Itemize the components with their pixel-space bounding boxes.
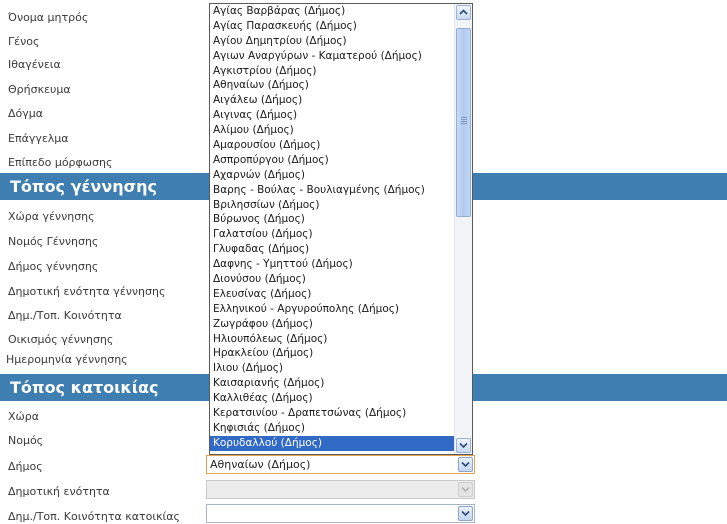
dropdown-scrollbar[interactable] xyxy=(454,4,472,454)
municipality-option[interactable]: Ηλιουπόλεως (Δήμος) xyxy=(210,332,456,347)
municipality-option[interactable]: Αιγάλεω (Δήμος) xyxy=(210,93,456,108)
municipality-options: Αγίας Βαρβάρας (Δήμος) Αγίας Παρασκευής (… xyxy=(210,4,456,451)
municipality-option[interactable]: Κερατσινίου - Δραπετσώνας (Δήμος) xyxy=(210,406,456,421)
label-residence-municipal-unit: Δημοτική ενότητα xyxy=(8,485,110,498)
municipality-option[interactable]: Αλίμου (Δήμος) xyxy=(210,123,456,138)
label-birth-date: Ημερομηνία γέννησης xyxy=(6,353,128,366)
municipality-option[interactable]: Γλυφαδας (Δήμος) xyxy=(210,242,456,257)
municipality-option[interactable]: Ελευσίνας (Δήμος) xyxy=(210,287,456,302)
municipality-option[interactable]: Βριλησσίων (Δήμος) xyxy=(210,198,456,213)
label-residence-prefecture: Νομός xyxy=(8,434,44,447)
municipality-option[interactable]: Κορυδαλλού (Δήμος) xyxy=(210,435,456,451)
label-mother-name: Όνομα μητρός xyxy=(8,11,89,24)
residence-community-select[interactable] xyxy=(206,504,475,523)
scrollbar-thumb[interactable] xyxy=(456,28,471,217)
label-religion: Θρήσκευμα xyxy=(8,83,71,96)
grip-icon xyxy=(461,117,467,125)
label-profession: Επάγγελμα xyxy=(8,132,69,145)
label-residence-community: Δημ./Τοπ. Κοινότητα κατοικίας xyxy=(8,510,180,523)
label-birth-settlement: Οικισμός γέννησης xyxy=(8,333,114,346)
chevron-down-icon[interactable] xyxy=(458,457,473,472)
municipality-option[interactable]: Αμαρουσίου (Δήμος) xyxy=(210,138,456,153)
municipality-option[interactable]: Ηρακλείου (Δήμος) xyxy=(210,346,456,361)
municipality-dropdown-list[interactable]: Αγίας Βαρβάρας (Δήμος) Αγίας Παρασκευής (… xyxy=(209,3,473,455)
municipality-option[interactable]: Κηφισιάς (Δήμος) xyxy=(210,421,456,436)
residence-municipal-unit-select xyxy=(206,480,475,499)
municipality-option[interactable]: Καισαριανής (Δήμος) xyxy=(210,376,456,391)
label-birth-community: Δημ./Τοπ. Κοινότητα xyxy=(8,309,122,322)
municipality-option[interactable]: Ασπροπύργου (Δήμος) xyxy=(210,153,456,168)
municipality-option[interactable]: Διονύσου (Δήμος) xyxy=(210,272,456,287)
label-residence-municipality: Δήμος xyxy=(8,460,43,473)
municipality-option[interactable]: Αθηναίων (Δήμος) xyxy=(210,78,456,93)
municipality-option[interactable]: Καλλιθέας (Δήμος) xyxy=(210,391,456,406)
label-education: Επίπεδο μόρφωσης xyxy=(8,156,113,169)
municipality-option[interactable]: Ζωγράφου (Δήμος) xyxy=(210,317,456,332)
municipality-option[interactable]: Βύρωνος (Δήμος) xyxy=(210,212,456,227)
municipality-option[interactable]: Αγιων Αναργύρων - Καματερού (Δήμος) xyxy=(210,49,456,64)
label-gender: Γένος xyxy=(8,35,40,48)
label-birth-country: Χώρα γέννησης xyxy=(8,210,95,223)
municipality-option[interactable]: Δαφνης - Υμηττού (Δήμος) xyxy=(210,257,456,272)
municipality-option[interactable]: Αχαρνών (Δήμος) xyxy=(210,168,456,183)
label-birth-municipal-unit: Δημοτική ενότητα γέννησης xyxy=(8,285,166,298)
municipality-option[interactable]: Ελληνικού - Αργυρούπολης (Δήμος) xyxy=(210,302,456,317)
municipality-option[interactable]: Αγίας Παρασκευής (Δήμος) xyxy=(210,19,456,34)
residence-municipality-select[interactable]: Αθηναίων (Δήμος) xyxy=(206,455,475,474)
label-birth-prefecture: Νομός Γέννησης xyxy=(8,235,99,248)
label-nationality: Ιθαγένεια xyxy=(8,58,61,71)
label-birth-municipality: Δήμος γέννησης xyxy=(8,260,99,273)
municipality-option[interactable]: Βαρης - Βούλας - Βουλιαγμένης (Δήμος) xyxy=(210,183,456,198)
chevron-down-icon[interactable] xyxy=(456,438,471,453)
municipality-option[interactable]: Ιλιου (Δήμος) xyxy=(210,361,456,376)
municipality-option[interactable]: Αιγινας (Δήμος) xyxy=(210,108,456,123)
residence-municipality-value: Αθηναίων (Δήμος) xyxy=(210,458,311,471)
municipality-option[interactable]: Αγκιστρίου (Δήμος) xyxy=(210,64,456,79)
label-residence-country: Χώρα xyxy=(8,410,39,423)
municipality-option[interactable]: Γαλατσίου (Δήμος) xyxy=(210,227,456,242)
chevron-down-icon xyxy=(458,482,473,497)
label-dogma: Δόγμα xyxy=(8,107,44,120)
chevron-down-icon[interactable] xyxy=(458,506,473,521)
chevron-up-icon[interactable] xyxy=(456,5,471,20)
municipality-option[interactable]: Αγίου Δημητρίου (Δήμος) xyxy=(210,34,456,49)
municipality-option[interactable]: Αγίας Βαρβάρας (Δήμος) xyxy=(210,4,456,19)
